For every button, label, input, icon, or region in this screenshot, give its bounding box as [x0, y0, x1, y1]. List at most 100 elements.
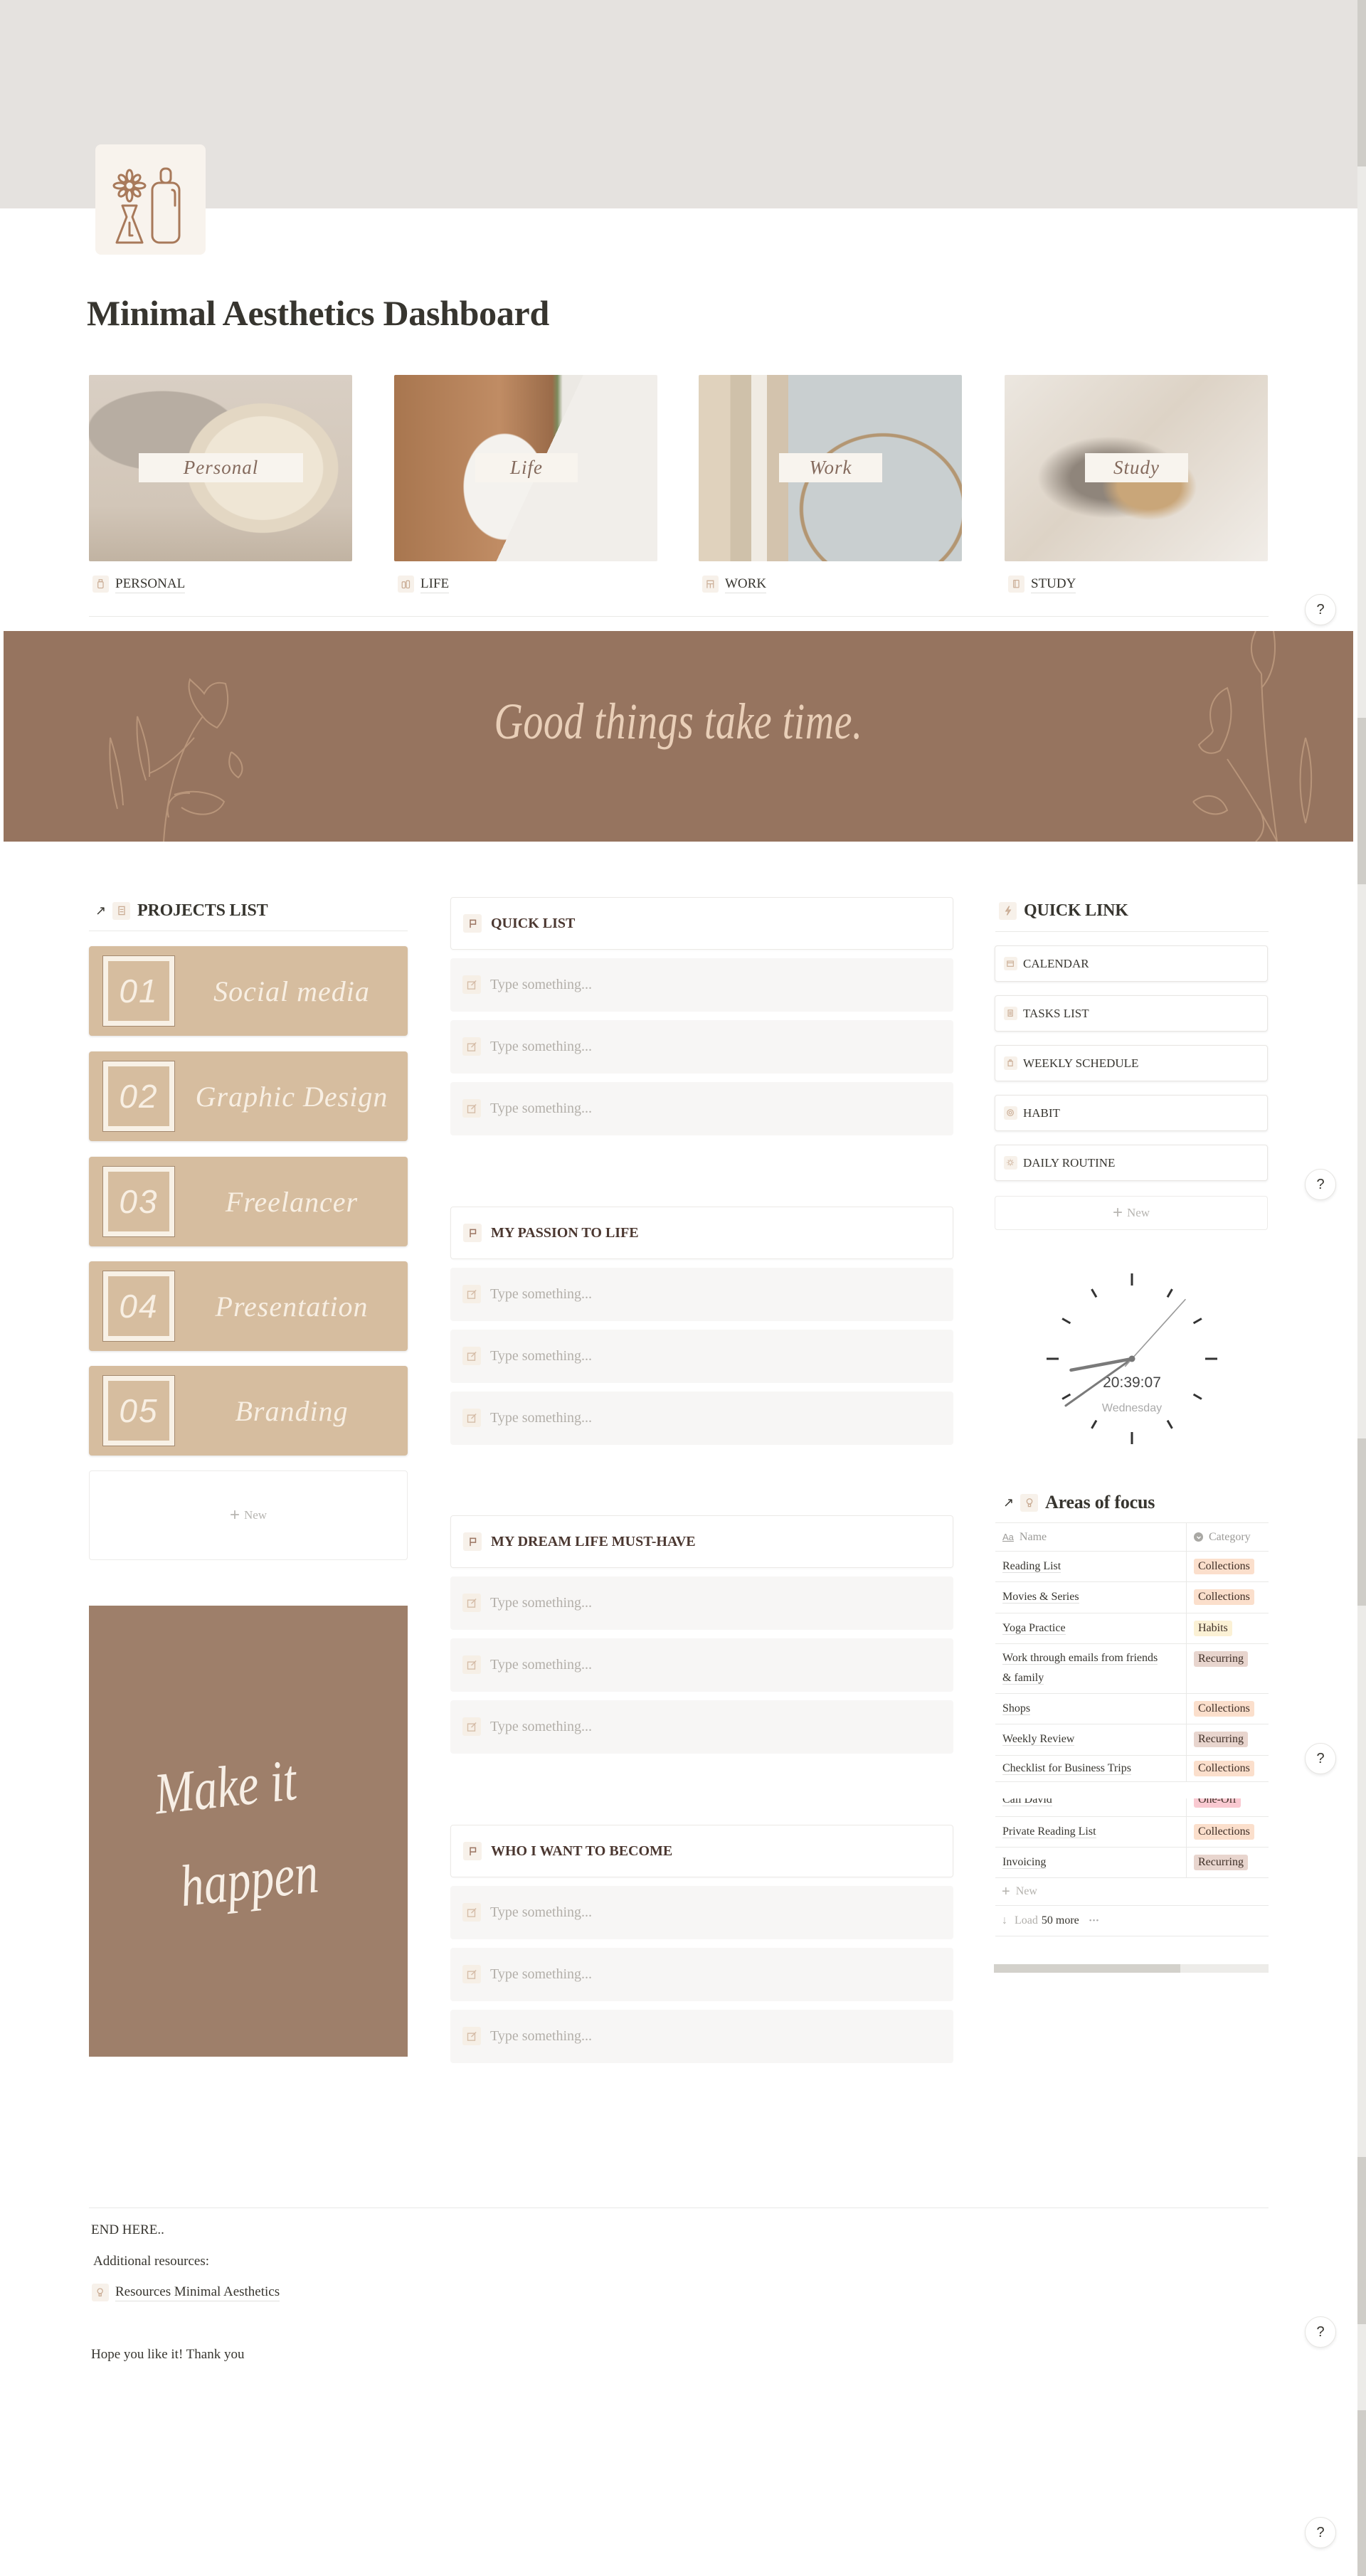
- list-item-placeholder[interactable]: Type something...: [490, 958, 592, 1012]
- list-item[interactable]: Type something...: [450, 1700, 953, 1754]
- help-button[interactable]: ?: [1305, 1169, 1336, 1200]
- page-icon[interactable]: [95, 144, 206, 255]
- quick-link-header[interactable]: QUICK LINK: [999, 900, 1128, 921]
- help-button[interactable]: ?: [1305, 2316, 1336, 2348]
- quick-link-tasks-list[interactable]: TASKS LIST: [995, 995, 1268, 1032]
- column-header-name[interactable]: Aa Name: [995, 1523, 1187, 1551]
- quick-link-title[interactable]: QUICK LINK: [1024, 901, 1128, 921]
- table-row[interactable]: Yoga Practice Habits: [995, 1613, 1269, 1644]
- gallery-link-label[interactable]: LIFE: [420, 576, 450, 593]
- scrollbar-thumb[interactable]: [994, 1964, 1181, 1973]
- list-item-placeholder[interactable]: Type something...: [490, 1576, 592, 1630]
- row-name[interactable]: Shops: [1002, 1702, 1031, 1715]
- list-item-placeholder[interactable]: Type something...: [490, 1948, 592, 2001]
- list-item[interactable]: Type something...: [450, 1268, 953, 1321]
- list-item[interactable]: Type something...: [450, 1638, 953, 1692]
- scrollbar-thumb[interactable]: [1357, 0, 1366, 166]
- projects-new-button[interactable]: + New: [89, 1470, 408, 1560]
- list-item-placeholder[interactable]: Type something...: [490, 1638, 592, 1692]
- list-item[interactable]: Type something...: [450, 1948, 953, 2001]
- help-button[interactable]: ?: [1305, 2517, 1336, 2548]
- row-name[interactable]: Weekly Review: [1002, 1733, 1075, 1746]
- list-item[interactable]: Type something...: [450, 1576, 953, 1630]
- list-item-placeholder[interactable]: Type something...: [490, 1020, 592, 1074]
- row-name[interactable]: Reading List: [1002, 1560, 1061, 1573]
- row-name[interactable]: Movies & Series: [1002, 1591, 1079, 1604]
- page-vertical-scrollbar[interactable]: [1357, 0, 1366, 2576]
- gallery-card-personal[interactable]: Personal: [89, 375, 352, 561]
- table-row[interactable]: Call David One-Off: [995, 1782, 1269, 1817]
- list-item[interactable]: Type something...: [450, 2010, 953, 2063]
- project-card[interactable]: 02 Graphic Design: [89, 1051, 408, 1141]
- list-item[interactable]: Type something...: [450, 958, 953, 1012]
- row-name[interactable]: Invoicing: [1002, 1856, 1047, 1869]
- scrollbar-thumb[interactable]: [1357, 718, 1366, 884]
- gallery-card-life[interactable]: Life: [394, 375, 657, 561]
- quick-link-habit[interactable]: HABIT: [995, 1095, 1268, 1131]
- list-item[interactable]: Type something...: [450, 1020, 953, 1074]
- projects-list-title[interactable]: PROJECTS LIST: [137, 901, 268, 921]
- gallery-card-work[interactable]: Work: [699, 375, 962, 561]
- scrollbar-thumb[interactable]: [1357, 2157, 1366, 2324]
- list-item-placeholder[interactable]: Type something...: [490, 1392, 592, 1445]
- row-name[interactable]: Private Reading List: [1002, 1825, 1096, 1838]
- scrollbar-thumb[interactable]: [1357, 2410, 1366, 2576]
- gallery-link-work[interactable]: WORK: [702, 573, 767, 595]
- resources-link-label[interactable]: Resources Minimal Aesthetics: [115, 2284, 280, 2301]
- list-header[interactable]: QUICK LIST: [450, 897, 953, 950]
- table-row[interactable]: Checklist for Business Trips Collections: [995, 1756, 1269, 1782]
- page-title[interactable]: Minimal Aesthetics Dashboard: [87, 292, 549, 334]
- project-card[interactable]: 01 Social media: [89, 946, 408, 1036]
- quick-link-weekly-schedule[interactable]: WEEKLY SCHEDULE: [995, 1045, 1268, 1081]
- table-row[interactable]: Movies & Series Collections: [995, 1582, 1269, 1613]
- project-card[interactable]: 03 Freelancer: [89, 1157, 408, 1246]
- project-card[interactable]: 05 Branding: [89, 1366, 408, 1456]
- gallery-link-life[interactable]: LIFE: [398, 573, 450, 595]
- table-row[interactable]: Work through emails from friends & famil…: [995, 1644, 1269, 1694]
- quick-link-daily-routine[interactable]: DAILY ROUTINE: [995, 1145, 1268, 1181]
- list-item-placeholder[interactable]: Type something...: [490, 1082, 592, 1135]
- project-card[interactable]: 04 Presentation: [89, 1261, 408, 1351]
- list-item-placeholder[interactable]: Type something...: [490, 2010, 592, 2063]
- list-item-placeholder[interactable]: Type something...: [490, 1700, 592, 1754]
- quick-link-new-button[interactable]: + New: [995, 1196, 1268, 1230]
- projects-list-header[interactable]: ↗ PROJECTS LIST: [95, 900, 268, 921]
- gallery-link-personal[interactable]: PERSONAL: [92, 573, 186, 595]
- table-horizontal-scrollbar[interactable]: [994, 1964, 1269, 1973]
- table-row[interactable]: Weekly Review Recurring: [995, 1724, 1269, 1756]
- gallery-link-label[interactable]: PERSONAL: [115, 576, 186, 593]
- table-row[interactable]: Private Reading List Collections: [995, 1817, 1269, 1848]
- resources-page-link[interactable]: Resources Minimal Aesthetics: [92, 2283, 280, 2301]
- arrow-up-right-icon[interactable]: ↗: [95, 903, 112, 918]
- list-item[interactable]: Type something...: [450, 1082, 953, 1135]
- help-button[interactable]: ?: [1305, 594, 1336, 625]
- scrollbar-thumb[interactable]: [1357, 1438, 1366, 1606]
- list-item[interactable]: Type something...: [450, 1330, 953, 1383]
- gallery-link-study[interactable]: STUDY: [1008, 573, 1076, 595]
- gallery-card-study[interactable]: Study: [1005, 375, 1268, 561]
- areas-of-focus-title[interactable]: Areas of focus: [1045, 1492, 1155, 1513]
- list-header[interactable]: MY DREAM LIFE MUST-HAVE: [450, 1515, 953, 1568]
- gallery-link-label[interactable]: WORK: [725, 576, 767, 593]
- row-name[interactable]: Checklist for Business Trips: [1002, 1762, 1131, 1775]
- list-item-placeholder[interactable]: Type something...: [490, 1330, 592, 1383]
- list-header[interactable]: WHO I WANT TO BECOME: [450, 1825, 953, 1877]
- table-row[interactable]: Invoicing Recurring: [995, 1848, 1269, 1878]
- list-header[interactable]: MY PASSION TO LIFE: [450, 1207, 953, 1259]
- list-item[interactable]: Type something...: [450, 1886, 953, 1939]
- load-more-button[interactable]: ↓ Load 50 more •••: [995, 1906, 1269, 1936]
- column-header-category[interactable]: Category: [1187, 1523, 1269, 1551]
- help-button[interactable]: ?: [1305, 1743, 1336, 1774]
- row-name[interactable]: Work through emails from friends & famil…: [1002, 1652, 1158, 1685]
- table-new-row-button[interactable]: + New: [995, 1878, 1269, 1906]
- gallery-link-label[interactable]: STUDY: [1031, 576, 1076, 593]
- quick-link-calendar[interactable]: CALENDAR: [995, 945, 1268, 982]
- arrow-up-right-icon[interactable]: ↗: [1003, 1495, 1020, 1510]
- list-item-placeholder[interactable]: Type something...: [490, 1886, 592, 1939]
- row-name[interactable]: Yoga Practice: [1002, 1622, 1066, 1635]
- list-item-placeholder[interactable]: Type something...: [490, 1268, 592, 1321]
- table-row[interactable]: Reading List Collections: [995, 1552, 1269, 1582]
- table-row[interactable]: Shops Collections: [995, 1694, 1269, 1724]
- ellipsis-icon[interactable]: •••: [1089, 1917, 1100, 1925]
- areas-of-focus-header[interactable]: ↗ Areas of focus: [1003, 1492, 1155, 1513]
